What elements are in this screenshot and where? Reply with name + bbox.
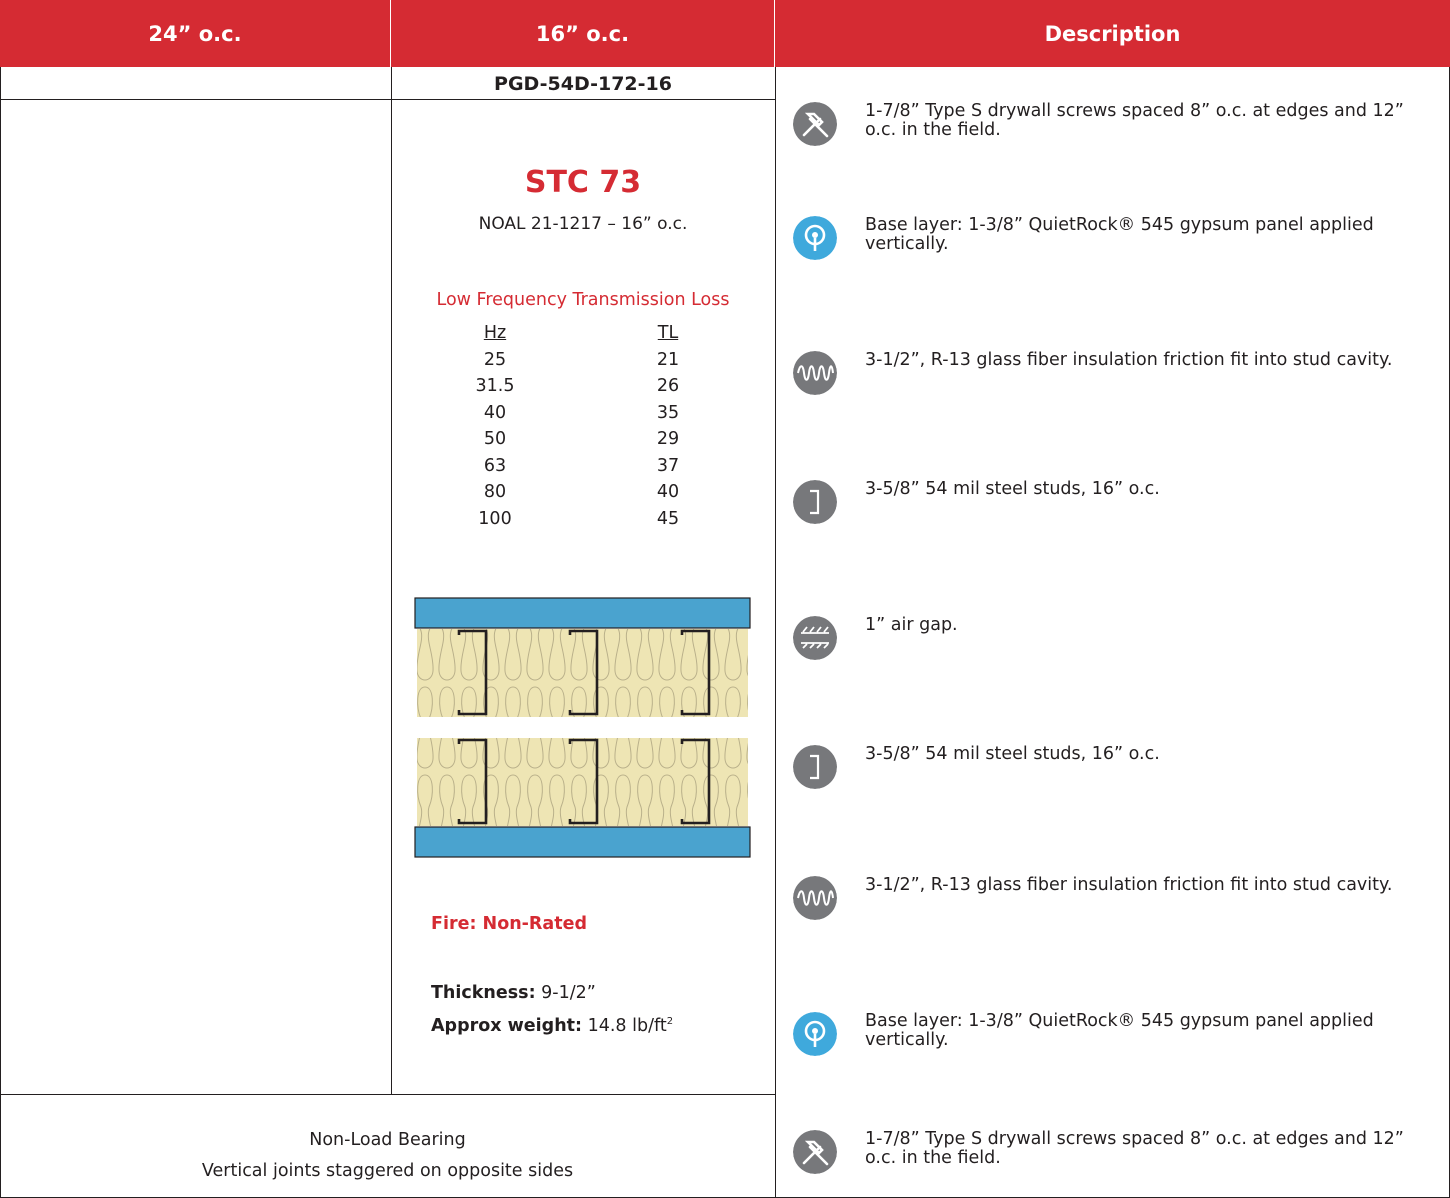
- description-item: Base layer: 1-3/8” QuietRock® 545 gypsum…: [793, 216, 1433, 276]
- description-item: 1” air gap.: [793, 616, 1433, 676]
- lf-hz-value: 31.5: [475, 376, 515, 396]
- steel-stud-icon: [793, 745, 837, 789]
- thickness-spec: Thickness: 9-1/2”: [431, 983, 596, 1003]
- panel-layer-top: [414, 597, 751, 629]
- insulation-icon: [793, 351, 837, 395]
- lf-tl-value: 45: [656, 508, 680, 529]
- header-24-oc: 24” o.c.: [0, 0, 391, 67]
- wall-section-diagram: [414, 597, 751, 858]
- description-item: 3-5/8” 54 mil steel studs, 16” o.c.: [793, 745, 1433, 805]
- steel-stud-icon: [793, 480, 837, 524]
- row-divider-product: [0, 99, 775, 100]
- lf-hz-value: 40: [483, 402, 507, 423]
- description-item: 3-5/8” 54 mil steel studs, 16” o.c.: [793, 480, 1433, 540]
- lf-tl-value: 26: [656, 376, 680, 396]
- description-item: Base layer: 1-3/8” QuietRock® 545 gypsum…: [793, 1012, 1433, 1072]
- air-gap-icon: [793, 616, 837, 660]
- bearing-line-1: Non-Load Bearing: [309, 1130, 466, 1150]
- weight-spec: Approx weight: 14.8 lb/ft2: [431, 1016, 673, 1036]
- screw-hammer-icon: [793, 1130, 837, 1174]
- lf-hz-value: 50: [483, 429, 507, 449]
- lf-tl-value: 40: [656, 482, 680, 502]
- description-text: 3-5/8” 54 mil steel studs, 16” o.c.: [865, 479, 1160, 499]
- column-divider-2: [775, 67, 776, 1198]
- description-item: 3-1/2”, R-13 glass fiber insulation fric…: [793, 351, 1433, 411]
- fire-rating: Fire: Non-Rated: [431, 914, 587, 934]
- description-item: 1-7/8” Type S drywall screws spaced 8” o…: [793, 102, 1433, 162]
- test-report: NOAL 21-1217 – 16” o.c.: [478, 214, 688, 234]
- lf-hz-column: Hz 25 31.5 40 50 63 80 100: [465, 320, 525, 532]
- insulation-icon: [793, 876, 837, 920]
- lf-tl-value: 29: [656, 429, 680, 449]
- description-text: Base layer: 1-3/8” QuietRock® 545 gypsum…: [865, 1011, 1374, 1050]
- weight-unit-exponent: 2: [666, 1016, 674, 1028]
- lf-tl-header: TL: [657, 323, 679, 343]
- stc-rating: STC 73: [524, 165, 642, 200]
- header-description: Description: [775, 0, 1450, 67]
- quietrock-panel-icon: [793, 216, 837, 260]
- description-text: 3-5/8” 54 mil steel studs, 16” o.c.: [865, 744, 1160, 764]
- lf-hz-value: 100: [478, 508, 512, 529]
- description-text: 1-7/8” Type S drywall screws spaced 8” o…: [865, 101, 1404, 140]
- quietrock-panel-icon: [793, 1012, 837, 1056]
- description-text: 3-1/2”, R-13 glass fiber insulation fric…: [865, 875, 1393, 895]
- lf-hz-value: 80: [483, 482, 507, 502]
- bearing-notes: Non-Load Bearing Vertical joints stagger…: [0, 1125, 775, 1187]
- weight-value: 14.8 lb/ft: [587, 1016, 667, 1036]
- table-border-left: [0, 67, 1, 1198]
- weight-label: Approx weight:: [431, 1016, 583, 1036]
- lf-hz-header: Hz: [483, 323, 507, 343]
- lf-hz-value: 25: [483, 349, 507, 370]
- description-text: 3-1/2”, R-13 glass fiber insulation fric…: [865, 350, 1393, 370]
- description-text: 1” air gap.: [865, 615, 958, 635]
- bearing-line-2: Vertical joints staggered on opposite si…: [201, 1161, 574, 1181]
- assembly-spec-sheet: 24” o.c. 16” o.c. Description PGD-54D-17…: [0, 0, 1450, 1198]
- header-16-oc: 16” o.c.: [391, 0, 775, 67]
- lf-tl-value: 35: [656, 402, 680, 423]
- screw-hammer-icon: [793, 102, 837, 146]
- lf-tl-value: 37: [656, 455, 680, 476]
- thickness-value: 9-1/2”: [541, 983, 596, 1003]
- lf-tl-column: TL 21 26 35 29 37 40 45: [638, 320, 698, 532]
- product-code: PGD-54D-172-16: [494, 73, 672, 95]
- lf-title: Low Frequency Transmission Loss: [436, 290, 730, 310]
- thickness-label: Thickness:: [431, 983, 536, 1003]
- description-text: Base layer: 1-3/8” QuietRock® 545 gypsum…: [865, 215, 1374, 254]
- description-item: 1-7/8” Type S drywall screws spaced 8” o…: [793, 1130, 1433, 1190]
- panel-layer-bottom: [414, 826, 751, 858]
- lf-tl-value: 21: [656, 349, 680, 370]
- row-divider-bearing: [0, 1094, 775, 1095]
- description-text: 1-7/8” Type S drywall screws spaced 8” o…: [865, 1129, 1404, 1168]
- description-item: 3-1/2”, R-13 glass fiber insulation fric…: [793, 876, 1433, 936]
- lf-hz-value: 63: [483, 455, 507, 476]
